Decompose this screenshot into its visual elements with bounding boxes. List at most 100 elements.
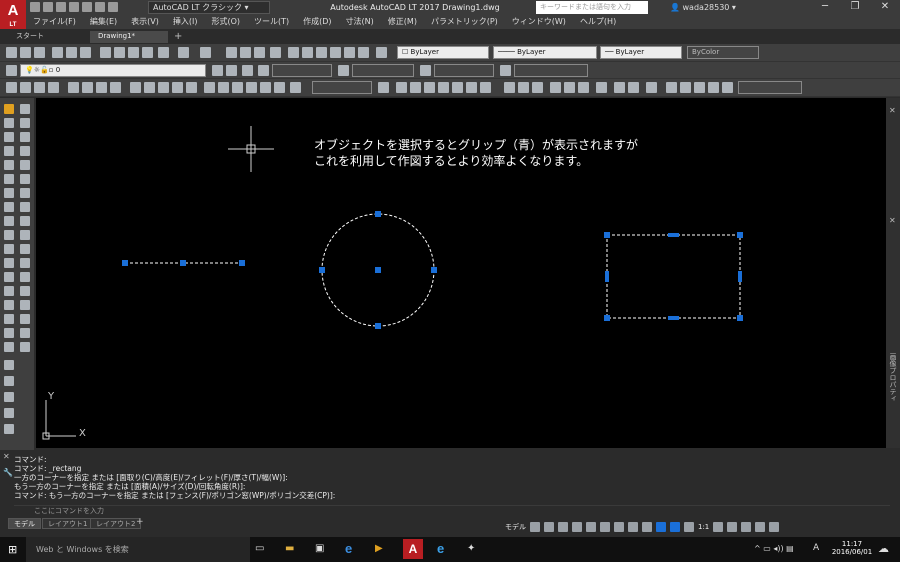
app-icon[interactable]: ✦ <box>467 543 475 554</box>
print-preview-icon[interactable] <box>66 47 77 58</box>
start-icon[interactable]: ⊞ <box>8 543 17 556</box>
table-tool-icon[interactable] <box>20 272 30 282</box>
polygon-icon[interactable] <box>48 82 59 93</box>
menu-tools[interactable]: ツール(T) <box>247 15 296 29</box>
lineweight-icon[interactable] <box>614 522 624 532</box>
grip-edge-midpoint[interactable] <box>668 316 679 320</box>
annotation-scale-icon[interactable] <box>684 522 694 532</box>
mtext-tool-icon[interactable] <box>20 286 30 296</box>
tab-layout1[interactable]: レイアウト1 <box>42 518 94 529</box>
palette-title[interactable]: 画像プロパティ <box>888 353 898 402</box>
mirror-icon[interactable] <box>438 82 449 93</box>
fillet-tool-icon[interactable] <box>4 328 14 338</box>
spell-check-icon[interactable] <box>4 392 14 402</box>
weather-icon[interactable]: ☁ <box>878 542 889 555</box>
stretch-tool-icon[interactable] <box>4 244 14 254</box>
redo-icon[interactable] <box>200 47 211 58</box>
ray-tool-icon[interactable] <box>20 118 30 128</box>
linetype-control[interactable]: ──── ByLayer <box>493 46 597 59</box>
trim-tool-icon[interactable] <box>4 258 14 268</box>
cut-icon[interactable] <box>100 47 111 58</box>
taskbar-search-box[interactable]: Web と Windows を検索 <box>26 537 250 562</box>
menu-parametric[interactable]: パラメトリック(P) <box>424 15 505 29</box>
continue-dimension-icon[interactable] <box>260 82 271 93</box>
open-icon[interactable] <box>43 2 53 12</box>
tab-model[interactable]: モデル <box>8 518 41 529</box>
xline-tool-icon[interactable] <box>4 118 14 128</box>
edge-browser-icon[interactable]: e <box>345 541 352 556</box>
undo-icon[interactable] <box>178 47 189 58</box>
maximize-button[interactable]: ❐ <box>840 0 870 15</box>
internet-explorer-icon[interactable]: e <box>437 541 444 556</box>
layer-control[interactable]: 💡☼🔓▫ 0 <box>20 64 206 77</box>
tab-start[interactable]: スタート <box>8 31 88 43</box>
spline-tool-icon[interactable] <box>20 160 30 170</box>
close-icon[interactable]: ✕ <box>3 452 10 461</box>
rotate-tool-icon[interactable] <box>4 202 14 212</box>
array-icon[interactable] <box>614 82 625 93</box>
hatch-icon[interactable] <box>646 82 657 93</box>
snap-icon[interactable] <box>544 522 554 532</box>
annotation-monitor-icon[interactable] <box>727 522 738 532</box>
new-icon[interactable] <box>30 2 40 12</box>
text-tool-icon[interactable] <box>20 342 30 352</box>
grip-edge-midpoint[interactable] <box>605 271 609 282</box>
tab-layout2[interactable]: レイアウト2 <box>90 518 142 529</box>
annotation-visibility-icon[interactable] <box>656 522 666 532</box>
block-editor-icon[interactable] <box>158 47 169 58</box>
revcloud-tool-icon[interactable] <box>20 314 30 324</box>
help-icon[interactable] <box>376 47 387 58</box>
baseline-dimension-icon[interactable] <box>246 82 257 93</box>
plot-icon[interactable] <box>82 2 92 12</box>
table-style-control[interactable] <box>434 64 494 77</box>
pan-icon[interactable] <box>226 47 237 58</box>
donut-tool-icon[interactable] <box>20 328 30 338</box>
pencil-icon[interactable] <box>4 104 14 114</box>
region-tool-icon[interactable] <box>20 258 30 268</box>
ellipse-icon[interactable] <box>110 82 121 93</box>
menu-file[interactable]: ファイル(F) <box>26 15 83 29</box>
model-space-button[interactable]: モデル <box>505 522 526 532</box>
grip-edge-midpoint[interactable] <box>738 271 742 282</box>
tolerance-icon[interactable] <box>274 82 285 93</box>
save-icon[interactable] <box>56 2 66 12</box>
grip-endpoint[interactable] <box>122 260 128 266</box>
autocad-taskbar-icon[interactable]: A <box>403 539 423 559</box>
task-view-icon[interactable]: ▭ <box>255 543 264 554</box>
zoom-window-icon[interactable] <box>254 47 265 58</box>
grip-corner[interactable] <box>737 315 743 321</box>
zoom-realtime-icon[interactable] <box>240 47 251 58</box>
sheet-set-icon[interactable] <box>330 47 341 58</box>
text-to-front-icon[interactable] <box>722 82 733 93</box>
user-account[interactable]: 👤 wada28530 ▾ <box>670 2 736 13</box>
trim-icon[interactable] <box>480 82 491 93</box>
paste-icon[interactable] <box>128 47 139 58</box>
grip-corner[interactable] <box>737 232 743 238</box>
grip-quadrant[interactable] <box>375 211 381 217</box>
polyline-tool-icon[interactable] <box>4 132 14 142</box>
move-icon[interactable] <box>396 82 407 93</box>
dimension-style-control[interactable] <box>312 81 372 94</box>
close-icon[interactable]: ✕ <box>889 106 896 115</box>
construction-line-icon[interactable] <box>20 82 31 93</box>
dim-style-control[interactable] <box>352 64 414 77</box>
erase-icon[interactable] <box>518 82 529 93</box>
join-tool-icon[interactable] <box>4 300 14 310</box>
join-icon[interactable] <box>596 82 607 93</box>
properties-icon[interactable] <box>288 47 299 58</box>
lineweight-control[interactable]: ── ByLayer <box>600 46 682 59</box>
drawing-canvas[interactable]: オブジェクトを選択するとグリップ（青）が表示されますが これを利用して作図すると… <box>36 98 886 448</box>
polygon-tool-icon[interactable] <box>4 146 14 156</box>
dtext-tool-icon[interactable] <box>4 360 14 370</box>
menu-view[interactable]: 表示(V) <box>124 15 166 29</box>
store-icon[interactable]: ▣ <box>315 543 324 554</box>
explode-tool-icon[interactable] <box>4 342 14 352</box>
grip-corner[interactable] <box>604 232 610 238</box>
arc-length-icon[interactable] <box>158 82 169 93</box>
layer-previous-icon[interactable] <box>226 65 237 76</box>
ellipse-tool-icon[interactable] <box>20 174 30 184</box>
mleader-style-icon[interactable] <box>500 65 511 76</box>
file-explorer-icon[interactable]: ▬ <box>285 543 294 554</box>
grip-quadrant[interactable] <box>375 323 381 329</box>
grip-corner[interactable] <box>604 315 610 321</box>
